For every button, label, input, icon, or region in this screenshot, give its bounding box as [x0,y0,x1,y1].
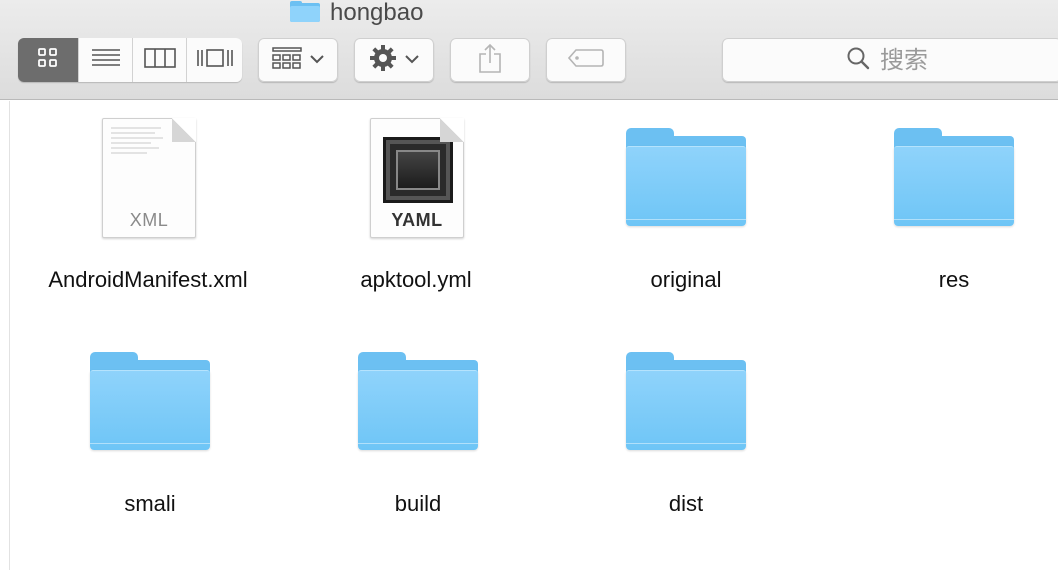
folder-icon [622,114,750,242]
folder-icon [890,114,1018,242]
view-mode-control [18,38,242,82]
folder-icon [290,0,320,22]
file-item-apktool-yml[interactable]: YAML apktool.yml [296,114,536,295]
list-view-icon [91,47,121,74]
toolbar: hongbao [0,0,1058,100]
tag-icon [567,48,604,73]
folder-item-build[interactable]: build [298,338,538,519]
folder-item-res[interactable]: res [834,114,1058,295]
folder-item-dist[interactable]: dist [566,338,806,519]
folder-icon [622,338,750,466]
folder-name: build [394,491,442,516]
xml-document-icon: XML [84,114,212,242]
gear-icon [369,44,397,77]
icon-view-button[interactable] [18,38,79,82]
arrange-button[interactable] [258,38,338,82]
sidebar-edge [0,101,10,570]
file-name: apktool.yml [360,267,472,292]
column-view-button[interactable] [133,38,187,82]
file-type-label: XML [129,210,169,230]
search-input[interactable] [880,46,1058,74]
list-view-button[interactable] [79,38,133,82]
search-field[interactable] [722,38,1058,82]
finder-window: hongbao 搜索 XML AndroidManifest.xml YAML … [0,0,1058,570]
search-icon [846,46,870,75]
action-menu-button[interactable] [354,38,434,82]
window-title: hongbao [330,0,424,26]
folder-item-original[interactable]: original [566,114,806,295]
share-icon [478,43,502,78]
column-view-icon [143,47,176,73]
folder-icon [86,338,214,466]
cover-flow-view-button[interactable] [187,38,242,82]
file-type-label: YAML [391,210,443,230]
share-button[interactable] [450,38,530,82]
folder-item-smali[interactable]: smali [30,338,270,519]
folder-name: smali [124,491,176,516]
arrange-grid-icon [272,46,302,74]
folder-name: res [938,267,970,292]
file-name: AndroidManifest.xml [48,267,248,292]
chevron-down-icon [310,51,324,69]
icon-view-icon [37,47,59,74]
folder-name: original [650,267,722,292]
window-title-bar: hongbao [290,0,423,26]
yaml-document-icon: YAML [352,114,480,242]
folder-name: dist [668,491,704,516]
tag-button[interactable] [546,38,626,82]
file-item-androidmanifest[interactable]: XML AndroidManifest.xml [28,114,268,295]
cover-flow-icon [196,47,234,74]
chevron-down-icon [405,51,419,69]
folder-icon [354,338,482,466]
